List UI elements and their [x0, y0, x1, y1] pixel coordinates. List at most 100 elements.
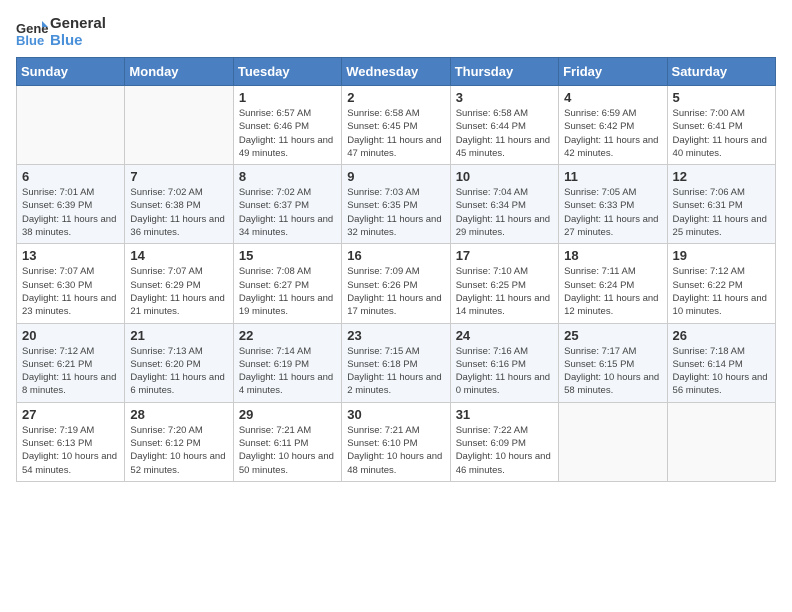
calendar-day-11: 11 Sunrise: 7:05 AMSunset: 6:33 PMDayligh…	[559, 165, 667, 244]
day-number: 14	[130, 248, 227, 263]
day-number: 28	[130, 407, 227, 422]
calendar-day-20: 20 Sunrise: 7:12 AMSunset: 6:21 PMDayligh…	[17, 323, 125, 402]
day-number: 3	[456, 90, 553, 105]
day-header-tuesday: Tuesday	[233, 58, 341, 86]
calendar-day-3: 3Sunrise: 6:58 AMSunset: 6:44 PMDaylight…	[450, 86, 558, 165]
day-info: Sunrise: 7:10 AMSunset: 6:25 PMDaylight:…	[456, 265, 553, 318]
day-number: 5	[673, 90, 770, 105]
day-info: Sunrise: 7:12 AMSunset: 6:22 PMDaylight:…	[673, 265, 770, 318]
day-header-friday: Friday	[559, 58, 667, 86]
calendar-day-6: 6 Sunrise: 7:01 AMSunset: 6:39 PMDaylight…	[17, 165, 125, 244]
calendar-day-9: 9Sunrise: 7:03 AMSunset: 6:35 PMDaylight…	[342, 165, 450, 244]
calendar-header-row: SundayMondayTuesdayWednesdayThursdayFrid…	[17, 58, 776, 86]
day-info: Sunrise: 7:02 AMSunset: 6:37 PMDaylight:…	[239, 186, 336, 239]
day-header-saturday: Saturday	[667, 58, 775, 86]
day-number: 2	[347, 90, 444, 105]
calendar-day-21: 21 Sunrise: 7:13 AMSunset: 6:20 PMDayligh…	[125, 323, 233, 402]
day-info: Sunrise: 7:04 AMSunset: 6:34 PMDaylight:…	[456, 186, 553, 239]
day-number: 30	[347, 407, 444, 422]
day-info: Sunrise: 7:01 AMSunset: 6:39 PMDaylight:…	[22, 186, 119, 239]
day-number: 12	[673, 169, 770, 184]
calendar-day-18: 18 Sunrise: 7:11 AMSunset: 6:24 PMDayligh…	[559, 244, 667, 323]
day-header-thursday: Thursday	[450, 58, 558, 86]
day-info: Sunrise: 7:09 AMSunset: 6:26 PMDaylight:…	[347, 265, 444, 318]
day-info: Sunrise: 7:02 AMSunset: 6:38 PMDaylight:…	[130, 186, 227, 239]
page-header: General Blue General Blue	[16, 16, 776, 49]
day-info: Sunrise: 7:19 AMSunset: 6:13 PMDaylight:…	[22, 424, 119, 477]
day-info: Sunrise: 6:59 AMSunset: 6:42 PMDaylight:…	[564, 107, 661, 160]
day-number: 15	[239, 248, 336, 263]
calendar-day-15: 15Sunrise: 7:08 AMSunset: 6:27 PMDayligh…	[233, 244, 341, 323]
logo-general: General	[50, 16, 106, 33]
calendar-week-row: 1 Sunrise: 6:57 AMSunset: 6:46 PMDaylight…	[17, 86, 776, 165]
day-info: Sunrise: 7:14 AMSunset: 6:19 PMDaylight:…	[239, 345, 336, 398]
day-header-wednesday: Wednesday	[342, 58, 450, 86]
calendar-day-23: 23 Sunrise: 7:15 AMSunset: 6:18 PMDayligh…	[342, 323, 450, 402]
day-number: 21	[130, 328, 227, 343]
day-number: 17	[456, 248, 553, 263]
day-info: Sunrise: 7:11 AMSunset: 6:24 PMDaylight:…	[564, 265, 661, 318]
day-info: Sunrise: 7:20 AMSunset: 6:12 PMDaylight:…	[130, 424, 227, 477]
calendar-day-10: 10 Sunrise: 7:04 AMSunset: 6:34 PMDayligh…	[450, 165, 558, 244]
day-info: Sunrise: 7:13 AMSunset: 6:20 PMDaylight:…	[130, 345, 227, 398]
calendar-day-26: 26Sunrise: 7:18 AMSunset: 6:14 PMDayligh…	[667, 323, 775, 402]
day-number: 4	[564, 90, 661, 105]
calendar-day-14: 14 Sunrise: 7:07 AMSunset: 6:29 PMDayligh…	[125, 244, 233, 323]
day-header-monday: Monday	[125, 58, 233, 86]
day-info: Sunrise: 7:00 AMSunset: 6:41 PMDaylight:…	[673, 107, 770, 160]
calendar-table: SundayMondayTuesdayWednesdayThursdayFrid…	[16, 57, 776, 482]
logo: General Blue General Blue	[16, 16, 106, 49]
calendar-week-row: 20 Sunrise: 7:12 AMSunset: 6:21 PMDayligh…	[17, 323, 776, 402]
day-number: 13	[22, 248, 119, 263]
day-number: 29	[239, 407, 336, 422]
day-info: Sunrise: 6:57 AMSunset: 6:46 PMDaylight:…	[239, 107, 336, 160]
day-info: Sunrise: 7:07 AMSunset: 6:29 PMDaylight:…	[130, 265, 227, 318]
day-info: Sunrise: 7:16 AMSunset: 6:16 PMDaylight:…	[456, 345, 553, 398]
day-number: 27	[22, 407, 119, 422]
day-number: 8	[239, 169, 336, 184]
day-number: 23	[347, 328, 444, 343]
calendar-week-row: 6 Sunrise: 7:01 AMSunset: 6:39 PMDaylight…	[17, 165, 776, 244]
calendar-week-row: 13Sunrise: 7:07 AMSunset: 6:30 PMDayligh…	[17, 244, 776, 323]
day-info: Sunrise: 7:15 AMSunset: 6:18 PMDaylight:…	[347, 345, 444, 398]
day-number: 25	[564, 328, 661, 343]
day-info: Sunrise: 7:21 AMSunset: 6:10 PMDaylight:…	[347, 424, 444, 477]
day-number: 22	[239, 328, 336, 343]
calendar-day-17: 17 Sunrise: 7:10 AMSunset: 6:25 PMDayligh…	[450, 244, 558, 323]
calendar-day-2: 2Sunrise: 6:58 AMSunset: 6:45 PMDaylight…	[342, 86, 450, 165]
logo-icon: General Blue	[16, 19, 48, 47]
calendar-day-19: 19 Sunrise: 7:12 AMSunset: 6:22 PMDayligh…	[667, 244, 775, 323]
calendar-day-1: 1 Sunrise: 6:57 AMSunset: 6:46 PMDaylight…	[233, 86, 341, 165]
calendar-day-7: 7 Sunrise: 7:02 AMSunset: 6:38 PMDaylight…	[125, 165, 233, 244]
day-number: 20	[22, 328, 119, 343]
day-number: 7	[130, 169, 227, 184]
calendar-day-27: 27 Sunrise: 7:19 AMSunset: 6:13 PMDayligh…	[17, 402, 125, 481]
day-number: 10	[456, 169, 553, 184]
day-number: 1	[239, 90, 336, 105]
calendar-day-24: 24Sunrise: 7:16 AMSunset: 6:16 PMDayligh…	[450, 323, 558, 402]
calendar-day-22: 22 Sunrise: 7:14 AMSunset: 6:19 PMDayligh…	[233, 323, 341, 402]
day-info: Sunrise: 7:12 AMSunset: 6:21 PMDaylight:…	[22, 345, 119, 398]
calendar-day-empty	[17, 86, 125, 165]
day-number: 11	[564, 169, 661, 184]
day-number: 19	[673, 248, 770, 263]
day-info: Sunrise: 7:03 AMSunset: 6:35 PMDaylight:…	[347, 186, 444, 239]
calendar-day-12: 12 Sunrise: 7:06 AMSunset: 6:31 PMDayligh…	[667, 165, 775, 244]
calendar-day-5: 5 Sunrise: 7:00 AMSunset: 6:41 PMDaylight…	[667, 86, 775, 165]
calendar-day-30: 30 Sunrise: 7:21 AMSunset: 6:10 PMDayligh…	[342, 402, 450, 481]
calendar-week-row: 27 Sunrise: 7:19 AMSunset: 6:13 PMDayligh…	[17, 402, 776, 481]
day-info: Sunrise: 7:06 AMSunset: 6:31 PMDaylight:…	[673, 186, 770, 239]
day-info: Sunrise: 7:18 AMSunset: 6:14 PMDaylight:…	[673, 345, 770, 398]
calendar-day-28: 28 Sunrise: 7:20 AMSunset: 6:12 PMDayligh…	[125, 402, 233, 481]
day-number: 31	[456, 407, 553, 422]
day-number: 16	[347, 248, 444, 263]
day-number: 6	[22, 169, 119, 184]
calendar-day-13: 13Sunrise: 7:07 AMSunset: 6:30 PMDayligh…	[17, 244, 125, 323]
day-info: Sunrise: 7:05 AMSunset: 6:33 PMDaylight:…	[564, 186, 661, 239]
day-number: 18	[564, 248, 661, 263]
calendar-day-8: 8 Sunrise: 7:02 AMSunset: 6:37 PMDaylight…	[233, 165, 341, 244]
logo-blue: Blue	[50, 33, 106, 50]
day-info: Sunrise: 7:22 AMSunset: 6:09 PMDaylight:…	[456, 424, 553, 477]
calendar-day-29: 29Sunrise: 7:21 AMSunset: 6:11 PMDayligh…	[233, 402, 341, 481]
calendar-day-4: 4 Sunrise: 6:59 AMSunset: 6:42 PMDaylight…	[559, 86, 667, 165]
